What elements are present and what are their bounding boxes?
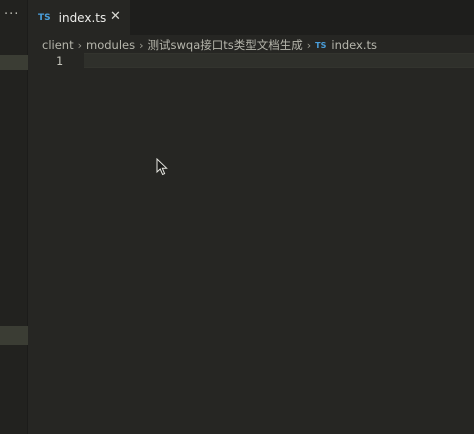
- sidebar-highlight-row[interactable]: [0, 326, 28, 345]
- vscode-window: ··· TS index.ts ✕ client › modules › 测试s…: [0, 0, 474, 434]
- chevron-right-icon: ›: [139, 38, 144, 52]
- chevron-right-icon: ›: [306, 38, 312, 52]
- sidebar-selected-row[interactable]: [0, 55, 28, 70]
- tab-label: index.ts: [58, 10, 107, 25]
- tab-index-ts[interactable]: TS index.ts ✕: [28, 0, 130, 35]
- mouse-pointer-icon: [156, 158, 168, 176]
- breadcrumb-item-modules[interactable]: modules: [86, 38, 135, 52]
- typescript-file-icon: TS: [38, 12, 51, 23]
- breadcrumb-item-folder[interactable]: 测试swqa接口ts类型文档生成: [148, 37, 303, 53]
- breadcrumb-item-file[interactable]: index.ts: [331, 38, 377, 52]
- line-number: 1: [56, 54, 63, 68]
- breadcrumb: client › modules › 测试swqa接口ts类型文档生成 › TS…: [42, 37, 377, 53]
- current-line-highlight[interactable]: [84, 53, 474, 68]
- explorer-sidebar: ···: [0, 0, 28, 434]
- code-editor[interactable]: 1: [28, 53, 474, 434]
- breadcrumb-item-client[interactable]: client: [42, 38, 74, 52]
- tab-bar: TS index.ts ✕: [28, 0, 474, 35]
- close-icon[interactable]: ✕: [110, 9, 121, 25]
- typescript-file-icon: TS: [315, 40, 327, 50]
- chevron-right-icon: ›: [77, 38, 82, 52]
- more-actions-icon[interactable]: ···: [4, 8, 19, 22]
